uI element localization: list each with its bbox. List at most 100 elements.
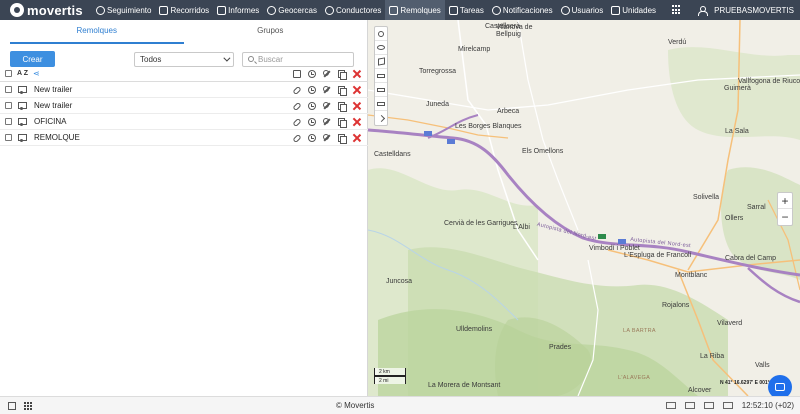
map-visibility-button[interactable] [375,41,387,55]
filter-icon[interactable]: ⋖ [33,69,40,78]
card-icon[interactable] [684,402,695,409]
trailer-icon [18,134,28,142]
list-item[interactable]: OFICINA [0,114,368,130]
clock-icon[interactable] [307,69,316,78]
traffic-icon [377,87,385,92]
map-place-label: Valls [755,362,770,369]
clock-icon[interactable] [307,133,316,142]
nav-usuarios[interactable]: Usuarios [557,0,608,20]
scale-mi: 2 mi [374,376,406,384]
nav-geocercas[interactable]: Geocercas [263,0,321,20]
movertis-logo[interactable]: movertis [0,0,92,20]
nav-conductores[interactable]: Conductores [321,0,385,20]
copy-icon[interactable] [337,101,347,112]
clock-icon[interactable] [307,85,316,94]
map-place-label: Vallfogona de Riucorb [738,78,800,85]
link-icon[interactable] [291,133,302,144]
bell-icon [491,5,501,15]
map-tool-2[interactable] [375,83,387,97]
zoom-in-button[interactable]: + [778,193,792,209]
map-scale: 2 km 2 mi [374,368,406,384]
map-tool-3[interactable] [375,97,387,111]
wrench-icon[interactable] [322,133,331,142]
clock-icon[interactable] [307,117,316,126]
top-right-tools: PRUEBASMOVERTIS [664,0,800,20]
sort-az-icon[interactable]: A Z [17,70,28,77]
map-view[interactable]: Castellserà Vilanova de Bellpuig Verdú Mire… [368,20,800,396]
map-place-label: L'Albi [513,224,530,231]
trailer-name: New trailer [34,101,73,110]
map-layers-button[interactable] [375,55,387,69]
delete-icon[interactable] [353,86,361,94]
bus-icon[interactable] [292,69,301,78]
zoom-out-button[interactable]: − [778,209,792,225]
search-icon [248,56,254,62]
user-icon [698,5,709,16]
user-menu[interactable]: PRUEBASMOVERTIS [690,0,800,20]
row-actions [289,133,364,144]
map-place-label: Cervià de les Garrigues [444,220,518,227]
nav-unidades[interactable]: Unidades [607,0,660,20]
list-item[interactable]: New trailer [0,98,368,114]
search-icon [378,30,384,37]
scale-km: 2 km [374,368,406,376]
search-input[interactable] [258,54,348,64]
trailer-icon [389,5,399,15]
copy-icon[interactable] [337,117,347,128]
map-place-label: Vilaverd [717,320,743,327]
list-item[interactable]: REMOLQUE [0,130,368,146]
row-checkbox[interactable] [5,118,12,125]
map-place-label: Sarral [747,204,766,211]
layout-icon[interactable] [722,402,733,409]
delete-icon[interactable] [353,118,361,126]
top-navigation-bar: movertis Seguimiento Recorridos Informes… [0,0,800,20]
tab-grupos[interactable]: Grupos [184,20,358,44]
map-place-label: La Morera de Montsant [428,382,501,389]
wrench-icon[interactable] [322,101,331,110]
map-place-label: Ulldemolins [456,326,493,333]
map-expand-button[interactable] [375,111,387,125]
mail-icon[interactable] [665,402,676,409]
ruler-icon [377,73,385,78]
select-all-checkbox[interactable] [5,70,12,77]
nav-recorridos[interactable]: Recorridos [155,0,213,20]
tab-remolques[interactable]: Remolques [10,20,184,44]
panel-toggle-icon[interactable] [8,401,16,410]
image-icon[interactable] [703,402,714,409]
row-actions [289,85,364,96]
delete-icon[interactable] [353,134,361,142]
grid-view-icon[interactable] [24,401,32,410]
delete-icon[interactable] [353,102,361,110]
link-icon[interactable] [291,85,302,96]
row-checkbox[interactable] [5,86,12,93]
panel-tabs: Remolques Grupos [10,20,357,44]
nav-tareas[interactable]: Tareas [445,0,488,20]
chat-button[interactable] [768,375,792,396]
copy-icon[interactable] [337,85,347,96]
map-search-button[interactable] [375,27,387,41]
wrench-icon[interactable] [322,117,331,126]
link-icon[interactable] [291,117,302,128]
create-button[interactable]: Crear [10,51,55,67]
list-header: A Z ⋖ [0,66,368,82]
row-checkbox[interactable] [5,102,12,109]
copy-icon[interactable] [337,69,347,80]
nav-notificaciones[interactable]: Notificaciones [488,0,557,20]
search-box[interactable] [242,51,354,67]
copy-icon[interactable] [337,133,347,144]
list-item[interactable]: New trailer [0,82,368,98]
wrench-icon[interactable] [322,69,331,78]
row-checkbox[interactable] [5,134,12,141]
clock-icon[interactable] [307,101,316,110]
map-terrain [368,20,800,396]
filter-select[interactable]: Todos [134,51,234,67]
delete-icon[interactable] [353,70,361,78]
link-icon[interactable] [291,101,302,112]
nav-informes[interactable]: Informes [213,0,263,20]
wrench-icon[interactable] [322,85,331,94]
apps-grid-icon[interactable] [672,5,682,15]
filter-select-value: Todos [140,54,162,64]
nav-seguimiento[interactable]: Seguimiento [92,0,155,20]
nav-remolques[interactable]: Remolques [385,0,445,20]
map-tool-1[interactable] [375,69,387,83]
